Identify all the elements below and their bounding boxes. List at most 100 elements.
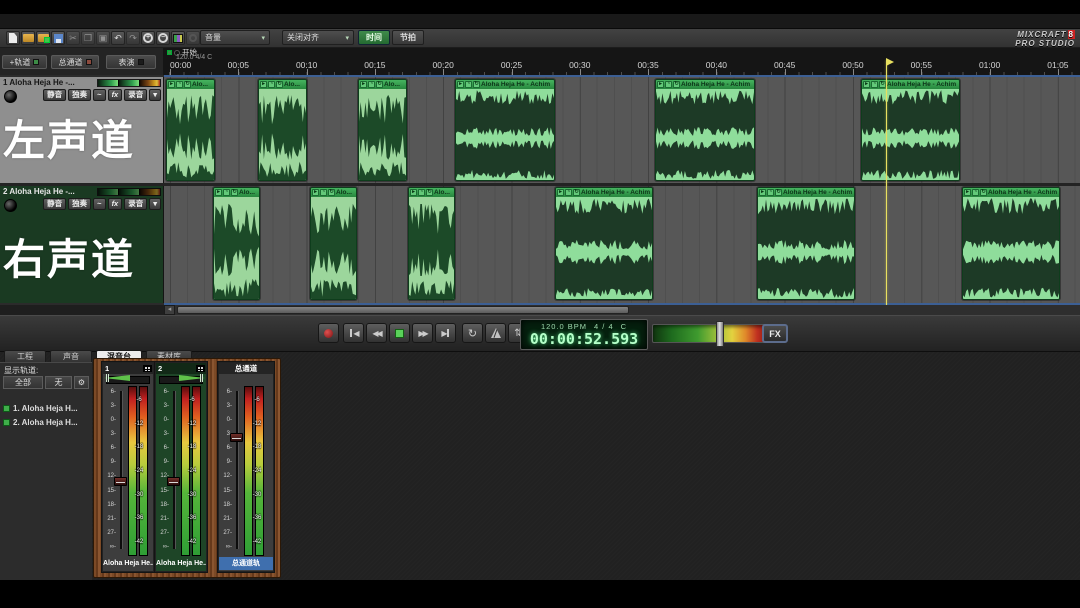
cut-icon[interactable]: ✂ <box>66 31 80 45</box>
volume-fader[interactable]: 6303691215182127∞ <box>103 386 127 556</box>
audio-clip[interactable]: ▸◔↻Aloha Heja He - Achim <box>861 79 960 181</box>
mixer-view-icon[interactable] <box>171 31 185 45</box>
clip-loop-icon: ↻ <box>276 81 283 88</box>
paste-icon[interactable]: ▣ <box>96 31 110 45</box>
pan-handle[interactable] <box>106 374 109 382</box>
rewind-button[interactable]: ◀◀ <box>366 323 387 343</box>
save-icon[interactable] <box>51 31 65 45</box>
audio-clip[interactable]: ▸◔↻Aloha Heja He - Achim <box>555 187 653 300</box>
arm-record-button[interactable]: 录音 <box>124 89 147 101</box>
pan-slider[interactable] <box>103 374 153 386</box>
fader-scale-label: 3 <box>156 431 169 437</box>
master-fx-button[interactable]: FX <box>762 324 788 343</box>
time-display[interactable]: 120.0 BPM 4 / 4 C 00:00:52.593 <box>520 319 648 350</box>
audio-clip[interactable]: ▸◔↻Alo... <box>358 79 407 181</box>
audio-clip[interactable]: ▸◔↻Alo... <box>408 187 455 300</box>
clip-label: Alo... <box>384 81 400 88</box>
grid-icon[interactable] <box>196 365 205 372</box>
track-2: ▸◔↻Alo... ▸◔↻Alo... ▸◔↻Alo... ▸◔↻Aloha Heja… <box>0 186 1080 303</box>
track-2-lane[interactable]: ▸◔↻Alo... ▸◔↻Alo... ▸◔↻Alo... ▸◔↻Aloha Heja… <box>164 186 1080 303</box>
checkbox-icon[interactable] <box>3 419 10 426</box>
track-list-item[interactable]: 1. Aloha Heja H... <box>3 401 91 415</box>
meter-scale-label: -12 <box>181 421 203 427</box>
audio-clip[interactable]: ▸◔↻Alo... <box>166 79 215 181</box>
undo-icon[interactable]: ↶ <box>111 31 125 45</box>
time-mode-button[interactable]: 时间 <box>358 30 390 45</box>
audio-clip[interactable]: ▸◔↻Aloha Heja He - Achim <box>455 79 555 181</box>
automation-button[interactable]: ~ <box>93 89 105 101</box>
playhead-flag-icon[interactable] <box>886 58 894 66</box>
fader-handle[interactable] <box>230 433 243 442</box>
solo-button[interactable]: 独奏 <box>68 89 91 101</box>
mute-button[interactable]: 静音 <box>43 89 66 101</box>
clip-time-icon: ◔ <box>767 189 774 196</box>
add-track-button[interactable]: +轨道 <box>2 55 47 69</box>
new-file-icon[interactable] <box>6 31 20 45</box>
volume-dropdown[interactable]: 音量 ▾ <box>200 30 270 45</box>
tab-project[interactable]: 工程 <box>4 350 46 362</box>
metronome-button[interactable] <box>485 323 506 343</box>
audio-clip[interactable]: ▸◔↻Alo... <box>258 79 307 181</box>
pan-handle[interactable] <box>200 374 203 382</box>
loop-button[interactable]: ↻ <box>462 323 483 343</box>
fader-scale: 6303691215182127∞ <box>219 389 232 550</box>
zoom-out-icon[interactable]: − <box>156 31 170 45</box>
volume-fader[interactable]: 6303691215182127∞ <box>219 386 243 556</box>
scroll-left-icon[interactable]: ◂ <box>164 305 175 315</box>
track-2-header[interactable]: 2 Aloha Heja He -... 静音 独奏 ~ fx 录音 ▾ 右声道 <box>0 186 164 303</box>
volume-fader[interactable]: 6303691215182127∞ <box>156 386 180 556</box>
mute-button[interactable]: 静音 <box>43 198 66 210</box>
clip-loop-icon: ↻ <box>328 189 335 196</box>
track-list-item[interactable]: 2. Aloha Heja H... <box>3 415 91 429</box>
track-fx-button[interactable]: fx <box>108 89 123 101</box>
snap-dropdown[interactable]: 关闭对齐 ▾ <box>282 30 354 45</box>
fader-handle[interactable] <box>167 477 180 486</box>
copy-icon[interactable]: ❐ <box>81 31 95 45</box>
automation-button[interactable]: ~ <box>93 198 105 210</box>
fader-scale-label: 21 <box>219 516 232 522</box>
marker-square-icon <box>167 50 172 55</box>
track-1-header[interactable]: 1 Aloha Heja He -... 静音 独奏 ~ fx 录音 ▾ 左声道 <box>0 77 164 183</box>
scrollbar-thumb[interactable] <box>177 306 629 314</box>
perform-button[interactable]: 表演 <box>106 55 156 69</box>
audio-clip[interactable]: ▸◔↻Aloha Heja He - Achim <box>962 187 1060 300</box>
track-toolbar: +轨道 总通道 表演 <box>0 48 164 75</box>
record-button[interactable] <box>318 323 339 343</box>
track-fx-button[interactable]: fx <box>108 198 123 210</box>
fader-handle[interactable] <box>114 477 127 486</box>
beat-mode-button[interactable]: 节拍 <box>392 30 424 45</box>
redo-icon[interactable]: ↷ <box>126 31 140 45</box>
chevron-down-icon[interactable]: ▾ <box>149 89 161 101</box>
go-to-end-button[interactable]: ▶ <box>435 323 456 343</box>
zoom-in-icon[interactable]: + <box>141 31 155 45</box>
gear-icon[interactable]: ⚙ <box>74 376 89 389</box>
settings-icon[interactable] <box>186 31 200 45</box>
audio-clip[interactable]: ▸◔↻Alo... <box>213 187 260 300</box>
chevron-down-icon[interactable]: ▾ <box>149 198 161 210</box>
pan-slider[interactable] <box>156 374 206 386</box>
master-track-button[interactable]: 总通道 <box>51 55 99 69</box>
playhead-line[interactable] <box>886 60 887 305</box>
audio-clip[interactable]: ▸◔↻Alo... <box>310 187 357 300</box>
audio-clip[interactable]: ▸◔↻Aloha Heja He - Achim <box>655 79 755 181</box>
fader-scale-label: 27 <box>103 530 116 536</box>
solo-button[interactable]: 独奏 <box>68 198 91 210</box>
import-folder-icon[interactable] <box>36 31 50 45</box>
rewind-icon: ◀◀ <box>372 329 380 338</box>
show-none-button[interactable]: 无 <box>45 376 72 389</box>
go-to-start-button[interactable]: ◀ <box>343 323 364 343</box>
fast-forward-button[interactable]: ▶▶ <box>412 323 433 343</box>
show-all-button[interactable]: 全部 <box>3 376 43 389</box>
tab-sound[interactable]: 声音 <box>50 350 92 362</box>
audio-clip[interactable]: ▸◔↻Aloha Heja He - Achim <box>757 187 855 300</box>
strip-1-track-name: Aloha Heja He... <box>103 557 153 570</box>
track-1-lane[interactable]: ▸◔↻Alo... ▸◔↻Alo... ▸◔↻Alo... ▸◔↻Aloha Heja… <box>164 77 1080 183</box>
master-volume-handle[interactable] <box>716 321 724 347</box>
ruler[interactable]: 开始 120.0 4/4 C 00:0000:0500:1000:1500:20… <box>164 48 1080 75</box>
grid-icon[interactable] <box>143 365 152 372</box>
open-folder-icon[interactable] <box>21 31 35 45</box>
arm-record-button[interactable]: 录音 <box>124 198 147 210</box>
stop-button[interactable] <box>389 323 410 343</box>
fader-scale-label: 15 <box>219 488 232 494</box>
checkbox-icon[interactable] <box>3 405 10 412</box>
